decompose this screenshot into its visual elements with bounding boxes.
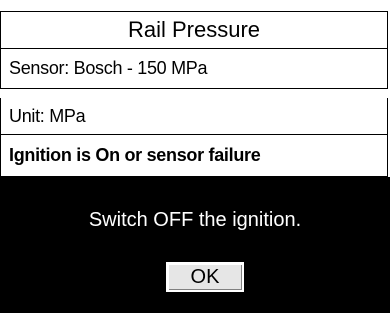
unit-info: Unit: MPa — [0, 98, 388, 135]
sensor-info: Sensor: Bosch - 150 MPa — [0, 49, 388, 89]
screen-title: Rail Pressure — [0, 11, 388, 49]
ok-button[interactable]: OK — [165, 261, 245, 293]
top-cutoff-strip — [0, 0, 390, 11]
error-message: Ignition is On or sensor failure — [0, 135, 388, 177]
dialog-message: Switch OFF the ignition. — [88, 209, 302, 231]
alert-dialog: Switch OFF the ignition. OK — [0, 177, 390, 313]
